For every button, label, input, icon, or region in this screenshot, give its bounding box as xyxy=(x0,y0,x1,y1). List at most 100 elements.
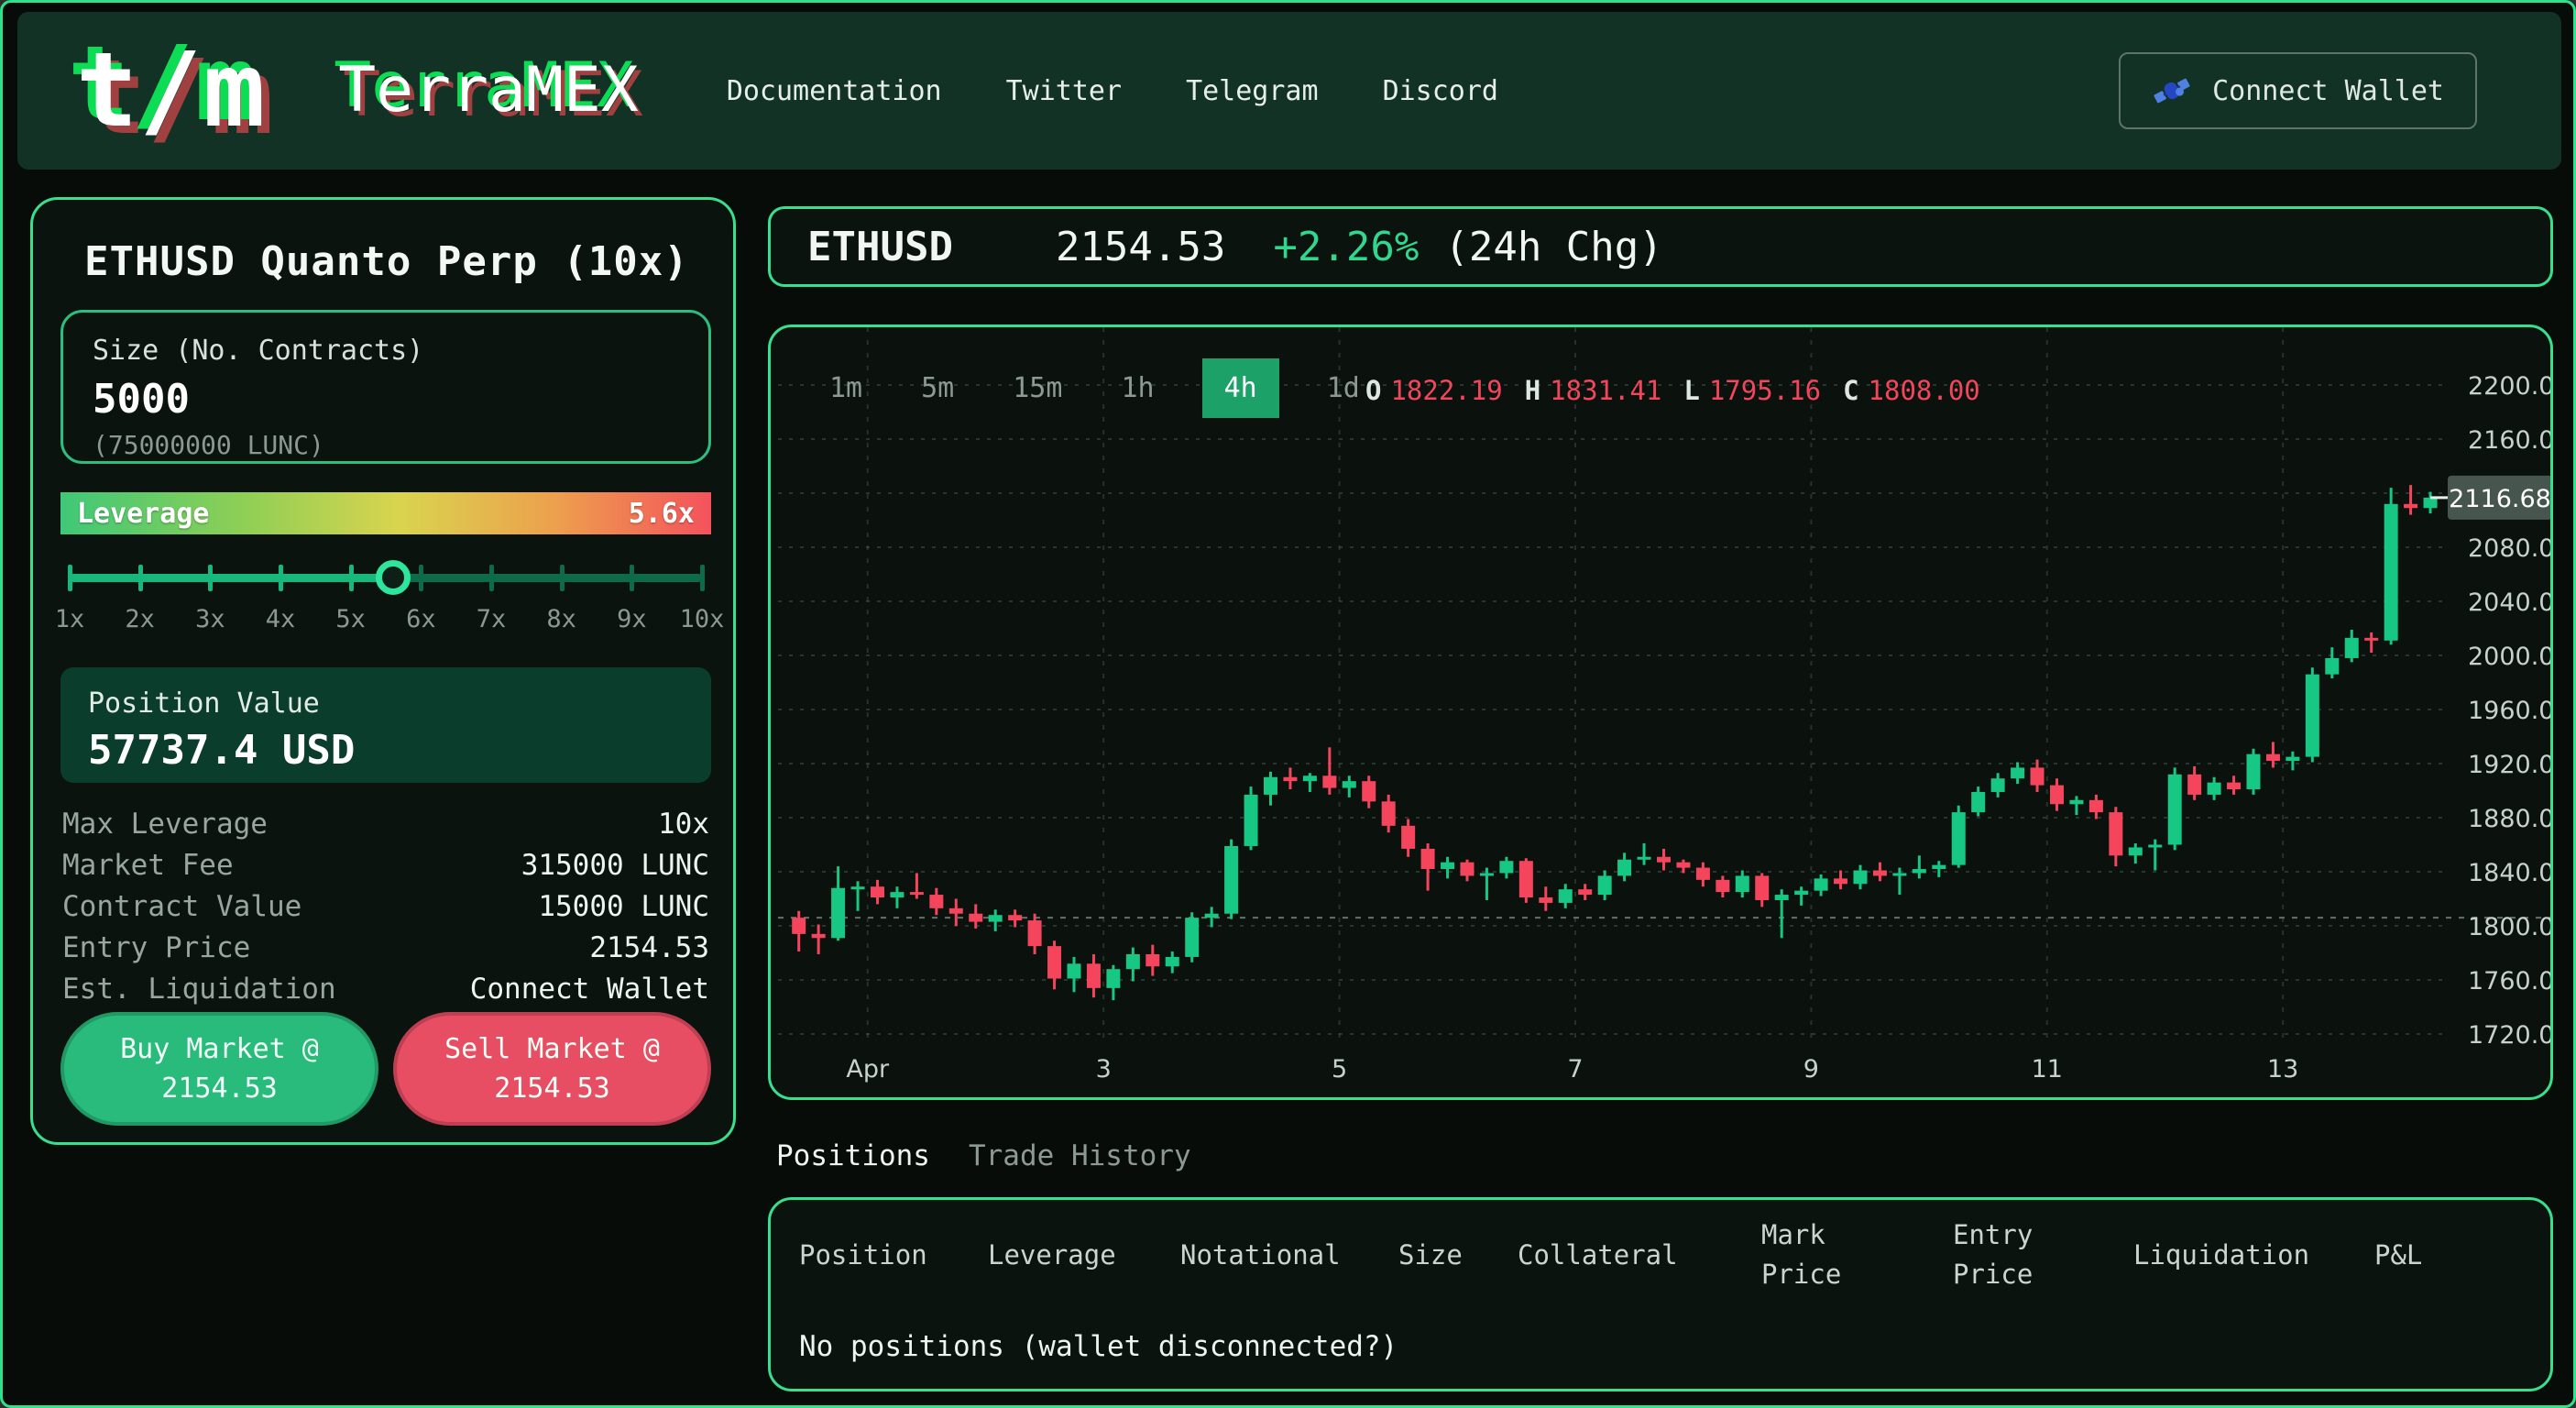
positions-empty-message: No positions (wallet disconnected?) xyxy=(799,1330,1398,1363)
timeframe-button-4h[interactable]: 4h xyxy=(1202,358,1279,418)
trade-panel: ETHUSD Quanto Perp (10x) Size (No. Contr… xyxy=(30,197,736,1145)
candle-body xyxy=(1106,969,1120,988)
slider-handle[interactable] xyxy=(376,560,411,595)
candle-body xyxy=(2129,847,2143,855)
candle-body xyxy=(1638,857,1651,860)
slider-tick-3x[interactable] xyxy=(208,565,213,591)
y-axis-label: 2160.00 xyxy=(2468,426,2553,455)
candle-body xyxy=(1441,863,1454,869)
candle-body xyxy=(1362,781,1376,801)
column-header-mark-price: Mark Price xyxy=(1761,1226,1873,1284)
slider-tick-8x[interactable] xyxy=(560,565,565,591)
candle-body xyxy=(2168,775,2182,845)
timeframe-button-1m[interactable]: 1m xyxy=(818,358,873,418)
nav-link-telegram[interactable]: Telegram xyxy=(1186,75,1319,107)
buy-button-line1: Buy Market @ xyxy=(120,1033,319,1065)
timeframe-button-5m[interactable]: 5m xyxy=(910,358,965,418)
candle-body xyxy=(1185,918,1199,957)
timeframe-selector: 1m5m15m1h4h1d xyxy=(818,358,1371,418)
slider-tick-label-7x: 7x xyxy=(477,605,507,633)
nav-link-documentation[interactable]: Documentation xyxy=(727,75,942,107)
candle-body xyxy=(1913,869,1926,873)
y-axis-label: 2200.00 xyxy=(2468,372,2553,401)
brand-logo: t/m xyxy=(76,39,267,142)
column-header-size: Size xyxy=(1398,1226,1463,1284)
candle-body xyxy=(1499,861,1513,873)
tab-trade-history[interactable]: Trade History xyxy=(969,1139,1191,1172)
candle-body xyxy=(2208,783,2221,795)
candle-body xyxy=(949,908,963,914)
position-value-label: Position Value xyxy=(88,688,684,720)
candle-body xyxy=(1145,954,1159,966)
buy-button-line2: 2154.53 xyxy=(161,1072,277,1105)
nav-link-twitter[interactable]: Twitter xyxy=(1006,75,1122,107)
ohlc-value: 1822.19 xyxy=(1390,375,1502,406)
candle-body xyxy=(1775,895,1789,900)
candle-body xyxy=(2148,845,2162,848)
ticker-change: +2.26% xyxy=(1273,224,1419,270)
candle-body xyxy=(2011,767,2024,778)
slider-tick-label-3x: 3x xyxy=(195,605,225,633)
satellite-icon xyxy=(2152,71,2192,111)
candle-body xyxy=(2286,757,2299,761)
slider-tick-1x[interactable] xyxy=(68,565,72,591)
ohlc-letter: O xyxy=(1365,375,1381,406)
candle-body xyxy=(1205,914,1219,918)
candle-body xyxy=(1166,957,1179,966)
candle-body xyxy=(2266,754,2280,761)
candle-body xyxy=(871,886,884,897)
stat-value: 15000 LUNC xyxy=(538,890,709,923)
candle-body xyxy=(1892,873,1906,875)
size-label: Size (No. Contracts) xyxy=(93,335,679,367)
candle-body xyxy=(969,914,982,922)
ticker-change-suffix: (24h Chg) xyxy=(1444,224,1662,270)
x-axis-label: 3 xyxy=(1096,1055,1112,1084)
candle-body xyxy=(2089,800,2103,812)
candle-body xyxy=(890,892,904,897)
order-buttons: Buy Market @ 2154.53 Sell Market @ 2154.… xyxy=(60,1012,711,1126)
ohlc-value: 1795.16 xyxy=(1709,375,1821,406)
leverage-gradient-bar: Leverage 5.6x xyxy=(60,492,711,534)
x-axis-label: 5 xyxy=(1332,1055,1347,1084)
candle-body xyxy=(1047,946,1061,978)
stat-label: Max Leverage xyxy=(62,808,268,841)
sell-button-line2: 2154.53 xyxy=(494,1072,609,1105)
y-axis-label: 2000.00 xyxy=(2468,643,2553,671)
stat-row: Market Fee315000 LUNC xyxy=(62,844,709,886)
nav-link-discord[interactable]: Discord xyxy=(1383,75,1498,107)
candle-body xyxy=(1068,963,1081,978)
slider-tick-7x[interactable] xyxy=(489,565,494,591)
x-axis-label: 13 xyxy=(2267,1055,2298,1084)
ticker-symbol: ETHUSD xyxy=(807,224,953,270)
slider-tick-6x[interactable] xyxy=(419,565,423,591)
column-header-collateral: Collateral xyxy=(1518,1226,1678,1284)
stat-row: Entry Price2154.53 xyxy=(62,927,709,968)
main-nav: Documentation Twitter Telegram Discord xyxy=(727,75,1498,107)
tab-positions[interactable]: Positions xyxy=(776,1139,930,1172)
candle-body xyxy=(2424,498,2438,508)
timeframe-button-15m[interactable]: 15m xyxy=(1002,358,1073,418)
buy-market-button[interactable]: Buy Market @ 2154.53 xyxy=(60,1012,378,1126)
column-header-position: Position xyxy=(799,1226,927,1284)
candle-body xyxy=(1657,857,1671,863)
ohlc-letter: C xyxy=(1843,375,1858,406)
connect-wallet-button[interactable]: Connect Wallet xyxy=(2119,52,2477,129)
ohlc-letter: L xyxy=(1683,375,1699,406)
leverage-slider[interactable]: 1x2x3x4x5x6x7x8x9x10x xyxy=(70,548,702,635)
stat-row: Est. LiquidationConnect Wallet xyxy=(62,968,709,1009)
slider-tick-4x[interactable] xyxy=(279,565,283,591)
candle-body xyxy=(1264,777,1277,795)
ohlc-letter: H xyxy=(1525,375,1540,406)
slider-tick-label-1x: 1x xyxy=(55,605,85,633)
slider-tick-2x[interactable] xyxy=(138,565,143,591)
sell-market-button[interactable]: Sell Market @ 2154.53 xyxy=(393,1012,711,1126)
slider-tick-9x[interactable] xyxy=(630,565,634,591)
size-value[interactable]: 5000 xyxy=(93,376,679,423)
slider-tick-5x[interactable] xyxy=(349,565,354,591)
slider-tick-10x[interactable] xyxy=(700,565,705,591)
candlestick-chart[interactable]: 2200.002160.002080.002040.002000.001960.… xyxy=(771,327,2553,1100)
candle-body xyxy=(831,888,845,939)
size-input-box[interactable]: Size (No. Contracts) 5000 (75000000 LUNC… xyxy=(60,310,711,464)
timeframe-button-1h[interactable]: 1h xyxy=(1110,358,1165,418)
y-axis-label: 1760.00 xyxy=(2468,967,2553,996)
